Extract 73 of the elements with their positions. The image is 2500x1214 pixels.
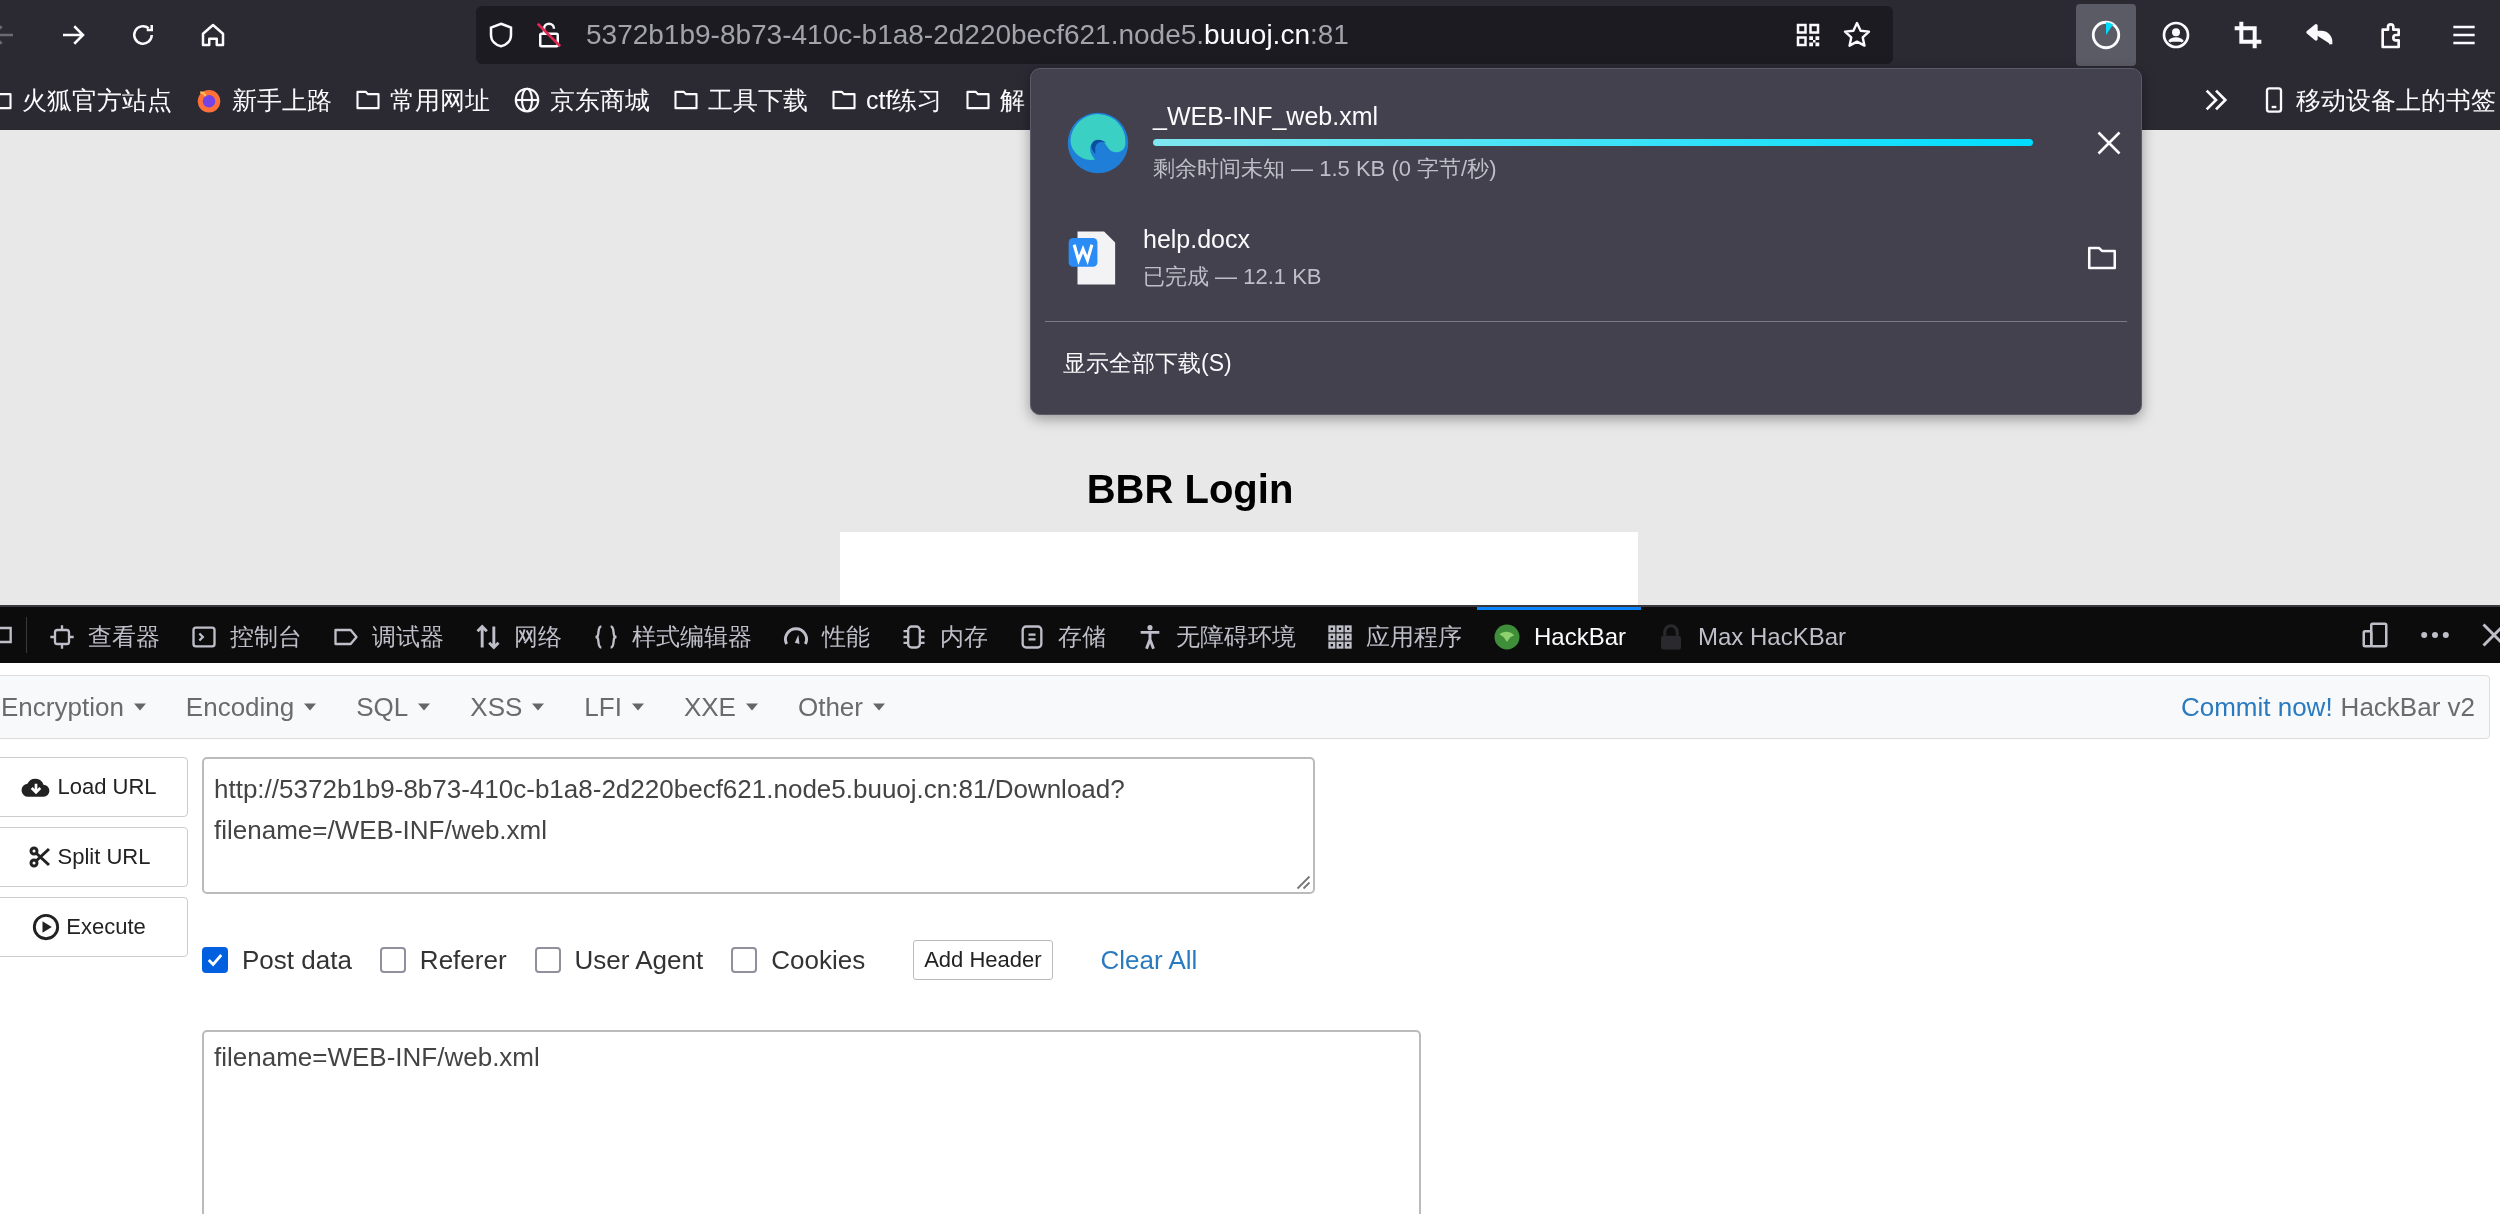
browser-logo-icon <box>1065 110 1131 176</box>
bookmark-item[interactable]: 京东商城 <box>512 83 650 117</box>
insecure-lock-icon[interactable] <box>534 20 564 50</box>
crop-icon[interactable] <box>2232 19 2264 51</box>
responsive-design-icon[interactable] <box>2360 620 2390 650</box>
caret-icon <box>631 703 644 711</box>
caret-icon <box>872 703 885 711</box>
downloads-button[interactable] <box>2075 4 2136 66</box>
devtools-tab[interactable]: 网络 <box>459 607 577 663</box>
caret-icon <box>304 703 317 711</box>
devtools-tab[interactable]: 存储 <box>1003 607 1121 663</box>
post-data-field[interactable]: filename=WEB-INF/web.xml <box>202 1030 1421 1214</box>
version-label: HackBar v2 <box>2340 691 2475 723</box>
crosshair-icon <box>48 622 76 651</box>
devtools-tab[interactable]: 样式编辑器 <box>577 607 767 663</box>
menu-dropdown[interactable]: SQL <box>356 691 431 723</box>
checkbox[interactable] <box>379 947 406 973</box>
address-bar[interactable]: 5372b1b9-8b73-410c-b1a8-2d220becf621.node5.buuoj.cn:81 <box>476 6 1893 64</box>
commit-link[interactable]: Commit now! <box>2180 691 2333 723</box>
checkbox[interactable] <box>534 947 561 973</box>
grid-icon <box>1326 622 1354 651</box>
mobile-bookmarks[interactable]: 移动设备上的书签 <box>2260 83 2496 117</box>
action-button[interactable]: Split URL <box>0 827 188 887</box>
url-field[interactable]: http://5372b1b9-8b73-410c-b1a8-2d220becf621.node5.buuoj.cn:81/Download?filename=/WEB-INF/web.xml <box>202 757 1315 894</box>
devtools-tab[interactable]: Max HacKBar <box>1641 607 1862 663</box>
action-button[interactable]: Load URL <box>0 757 188 817</box>
devtools-tab[interactable]: 查看器 <box>33 607 175 663</box>
cancel-icon[interactable] <box>2095 129 2123 157</box>
scissors-icon <box>27 845 52 869</box>
caret-icon <box>745 703 758 711</box>
action-button[interactable]: Execute <box>0 897 188 957</box>
checkbox-label[interactable]: Cookies <box>771 944 866 976</box>
bookmark-item[interactable]: 解 <box>964 83 1026 117</box>
checkbox[interactable] <box>731 947 758 973</box>
devtools-tab[interactable]: 应用程序 <box>1311 607 1477 663</box>
download-status: 已完成 — 12.1 KB <box>1143 262 1323 291</box>
bookmark-item[interactable]: ctf练习 <box>830 83 943 117</box>
checkbox-label[interactable]: User Agent <box>574 944 704 976</box>
checkbox[interactable] <box>202 947 228 973</box>
menu-dropdown[interactable]: XSS <box>470 691 545 723</box>
devtools-tab[interactable]: 性能 <box>767 607 885 663</box>
show-all-downloads[interactable]: 显示全部下载(S) <box>1045 330 2127 379</box>
menu-dropdown[interactable]: Encoding <box>185 691 317 723</box>
devtools-tab[interactable]: 内存 <box>885 607 1003 663</box>
play-icon <box>32 913 61 941</box>
caret-icon <box>133 703 146 711</box>
menu-dropdown[interactable]: LFI <box>584 691 644 723</box>
bookmark-item[interactable]: 常用网址 <box>354 83 490 117</box>
globe-icon <box>512 85 542 115</box>
menu-dropdown[interactable]: Other <box>797 691 885 723</box>
clear-all-link[interactable]: Clear All <box>1100 944 1198 976</box>
add-header-button[interactable]: Add Header <box>913 940 1053 980</box>
caret-icon <box>532 703 545 711</box>
page-heading: BBR Login <box>1085 467 1295 512</box>
menu-dropdown[interactable]: Encryption <box>1 691 146 723</box>
checkbox-label[interactable]: Referer <box>419 944 507 976</box>
account-icon[interactable] <box>2160 19 2192 51</box>
devtools-tab[interactable]: 无障碍环境 <box>1121 607 1311 663</box>
devtools-tab[interactable]: 控制台 <box>175 607 317 663</box>
bookmark-item[interactable]: 新手上路 <box>194 83 332 117</box>
download-filename: help.docx <box>1143 224 1252 254</box>
caret-icon <box>418 703 431 711</box>
bookmark-item[interactable]: 工具下载 <box>672 83 808 117</box>
more-icon[interactable] <box>2418 629 2452 641</box>
menu-dropdown[interactable]: XXE <box>683 691 758 723</box>
checkbox-label[interactable]: Post data <box>242 944 352 976</box>
close-icon[interactable] <box>2480 621 2500 649</box>
arrows-icon <box>474 622 502 651</box>
url-text: 5372b1b9-8b73-410c-b1a8-2d220becf621.node5.buuoj.cn:81 <box>586 19 1350 51</box>
devtools-tab[interactable]: 调试器 <box>317 607 459 663</box>
download-status: 剩余时间未知 — 1.5 KB (0 字节/秒) <box>1153 155 1498 183</box>
download-filename: _WEB-INF_web.xml <box>1153 102 1380 131</box>
bookmark-item[interactable]: 火狐官方站点 <box>0 83 172 117</box>
